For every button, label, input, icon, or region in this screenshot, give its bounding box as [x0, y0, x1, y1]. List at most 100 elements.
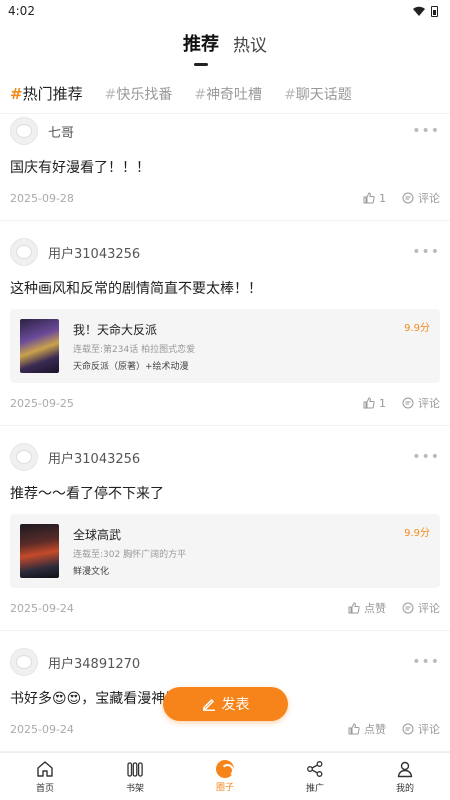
- tab-recommend[interactable]: 推荐: [183, 30, 219, 62]
- username[interactable]: 用户31043256: [48, 448, 140, 467]
- nav-promote[interactable]: 推广: [270, 753, 360, 800]
- share-icon: [307, 761, 323, 777]
- username[interactable]: 用户31043256: [48, 243, 140, 262]
- comic-progress: 连载至:第234话 柏拉图式恋爱: [73, 344, 196, 355]
- post-item[interactable]: 用户31043256 ••• 这种画风和反常的剧情简直不要太棒！！ 我！天命大反…: [0, 221, 450, 426]
- like-button[interactable]: 点赞: [348, 600, 386, 616]
- like-count: 1: [379, 396, 386, 410]
- post-date: 2025-09-24: [10, 722, 74, 736]
- comic-title: 全球高武: [73, 527, 122, 542]
- publish-label: 发表: [221, 697, 250, 713]
- wifi-icon: [413, 6, 425, 16]
- post-date: 2025-09-25: [10, 396, 74, 410]
- comic-info: 全球高武 连载至:302 胸怀广阔的方平 鲜漫文化: [73, 526, 186, 577]
- comment-button[interactable]: 评论: [402, 395, 440, 411]
- post-header: 七哥 •••: [10, 116, 440, 146]
- profile-icon: [397, 761, 413, 778]
- nav-circle[interactable]: 圈子: [180, 753, 270, 800]
- post-actions: 1 评论: [363, 190, 440, 206]
- comment-icon: [402, 602, 414, 614]
- comment-label: 评论: [418, 192, 440, 205]
- nav-profile[interactable]: 我的: [360, 753, 450, 800]
- comic-score: 9.9分: [404, 528, 430, 539]
- like-button[interactable]: 点赞: [348, 721, 386, 737]
- nav-label: 首页: [35, 784, 54, 794]
- bookshelf-icon: [127, 762, 143, 777]
- post-text: 国庆有好漫看了！！！: [10, 160, 150, 176]
- avatar-face-icon: [16, 450, 32, 464]
- avatar[interactable]: [10, 238, 38, 266]
- nav-label: 书架: [125, 784, 144, 794]
- post-date: 2025-09-24: [10, 601, 74, 615]
- avatar-face-icon: [16, 245, 32, 259]
- username[interactable]: 七哥: [48, 122, 74, 141]
- bottom-nav: 首页 书架 圈子 推广 我的: [0, 752, 450, 800]
- post-footer: 2025-09-24 点赞 评论: [10, 600, 440, 616]
- avatar[interactable]: [10, 117, 38, 145]
- comic-card[interactable]: 全球高武 连载至:302 胸怀广阔的方平 鲜漫文化 9.9分: [10, 514, 440, 588]
- battery-icon: [431, 5, 438, 17]
- post-text: 推荐～～看了停不下来了: [10, 486, 164, 502]
- comic-cover: [20, 319, 59, 373]
- post-header: 用户31043256 •••: [10, 442, 440, 472]
- top-tabs: 推荐 热议: [0, 22, 450, 62]
- nav-label: 圈子: [215, 783, 234, 793]
- avatar-face-icon: [16, 655, 32, 669]
- circle-icon: [216, 760, 234, 778]
- comic-title: 我！天命大反派: [73, 322, 158, 337]
- like-button[interactable]: 1: [363, 397, 386, 410]
- comic-progress: 连载至:302 胸怀广阔的方平: [73, 549, 187, 560]
- thumbs-up-icon: [348, 602, 360, 614]
- like-label: 点赞: [364, 602, 386, 615]
- status-time: 4:02: [8, 4, 35, 18]
- post-item[interactable]: 用户31043256 ••• 推荐～～看了停不下来了 全球高武 连载至:302 …: [0, 426, 450, 631]
- nav-bookshelf[interactable]: 书架: [90, 753, 180, 800]
- comic-tags: 天命反派（原著）+绘术动漫: [73, 361, 189, 372]
- username[interactable]: 用户34891270: [48, 653, 140, 672]
- status-bar: 4:02: [0, 0, 450, 22]
- nav-label: 推广: [305, 784, 324, 794]
- post-header: 用户34891270 •••: [10, 647, 440, 677]
- thumbs-up-icon: [363, 192, 375, 204]
- comment-label: 评论: [418, 723, 440, 736]
- comment-button[interactable]: 评论: [402, 600, 440, 616]
- more-options-icon[interactable]: •••: [412, 244, 440, 260]
- more-options-icon[interactable]: •••: [412, 449, 440, 465]
- post-feed[interactable]: 七哥 ••• 国庆有好漫看了！！！ 2025-09-28 1 评论 用户3104…: [0, 100, 450, 752]
- comment-label: 评论: [418, 602, 440, 615]
- thumbs-up-icon: [348, 723, 360, 735]
- home-icon: [37, 761, 53, 777]
- like-label: 点赞: [364, 723, 386, 736]
- post-actions: 点赞 评论: [348, 600, 440, 616]
- pencil-icon: [202, 698, 215, 711]
- comment-icon: [402, 723, 414, 735]
- comment-icon: [402, 192, 414, 204]
- post-actions: 点赞 评论: [348, 721, 440, 737]
- comic-card[interactable]: 我！天命大反派 连载至:第234话 柏拉图式恋爱 天命反派（原著）+绘术动漫 9…: [10, 309, 440, 383]
- thumbs-up-icon: [363, 397, 375, 409]
- comic-tags: 鲜漫文化: [73, 566, 110, 577]
- publish-button[interactable]: 发表: [163, 687, 288, 721]
- post-footer: 2025-09-25 1 评论: [10, 395, 440, 411]
- more-options-icon[interactable]: •••: [412, 654, 440, 670]
- tab-hot-discussion[interactable]: 热议: [233, 31, 267, 62]
- comic-cover: [20, 524, 59, 578]
- nav-home[interactable]: 首页: [0, 753, 90, 800]
- avatar[interactable]: [10, 443, 38, 471]
- like-button[interactable]: 1: [363, 192, 386, 205]
- comment-button[interactable]: 评论: [402, 721, 440, 737]
- like-count: 1: [379, 191, 386, 205]
- post-item[interactable]: 七哥 ••• 国庆有好漫看了！！！ 2025-09-28 1 评论: [0, 100, 450, 221]
- status-icons: [413, 5, 438, 17]
- post-footer: 2025-09-24 点赞 评论: [10, 721, 440, 737]
- avatar[interactable]: [10, 648, 38, 676]
- post-actions: 1 评论: [363, 395, 440, 411]
- post-footer: 2025-09-28 1 评论: [10, 190, 440, 206]
- comment-icon: [402, 397, 414, 409]
- more-options-icon[interactable]: •••: [412, 123, 440, 139]
- comment-button[interactable]: 评论: [402, 190, 440, 206]
- nav-label: 我的: [395, 784, 414, 794]
- comment-label: 评论: [418, 397, 440, 410]
- post-date: 2025-09-28: [10, 191, 74, 205]
- comic-score: 9.9分: [404, 323, 430, 334]
